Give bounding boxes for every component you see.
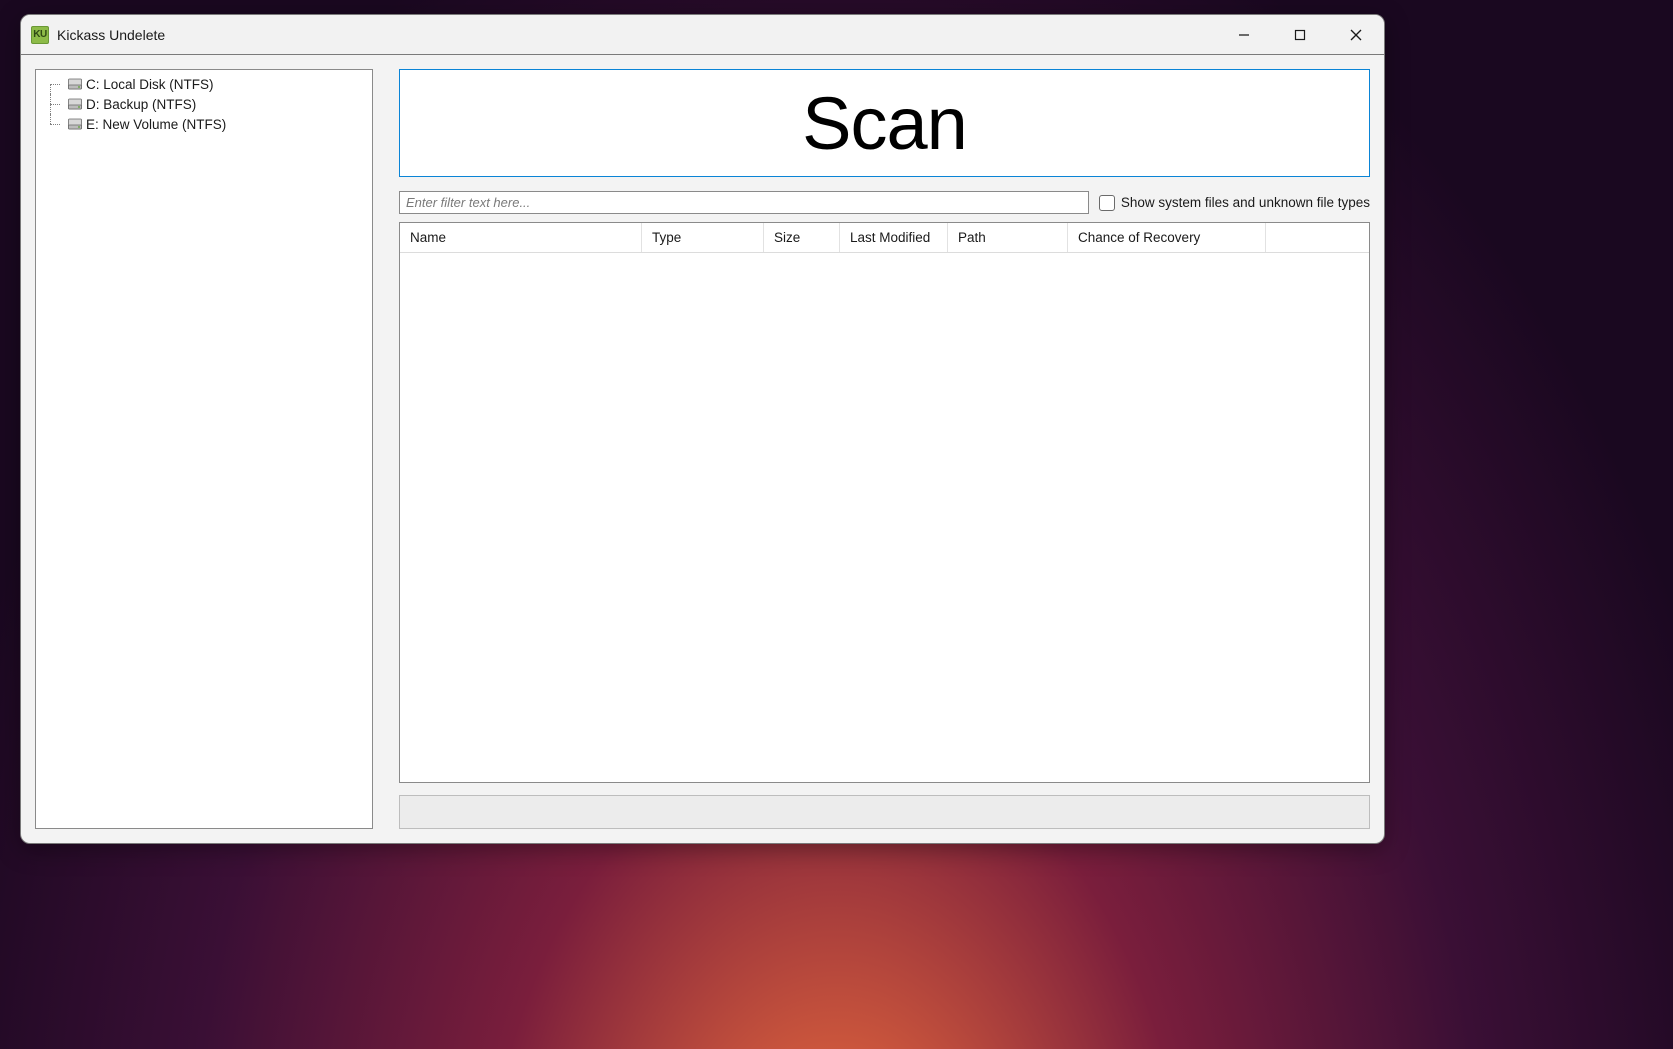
disk-icon [68,78,82,90]
drive-item-d[interactable]: D: Backup (NTFS) [42,94,366,114]
show-system-label: Show system files and unknown file types [1121,195,1370,210]
window-controls [1216,15,1384,54]
app-icon: KU [31,26,49,44]
statusbar [399,795,1370,829]
column-header-filler [1266,223,1369,252]
scan-button[interactable]: Scan [399,69,1370,177]
disk-icon [68,118,82,130]
show-system-checkbox[interactable] [1099,195,1115,211]
maximize-button[interactable] [1272,15,1328,54]
window-title: Kickass Undelete [57,27,165,43]
show-system-checkbox-wrap[interactable]: Show system files and unknown file types [1099,195,1370,211]
client-area: C: Local Disk (NTFS) D: Backup (NTFS) [21,55,1384,843]
minimize-icon [1238,29,1250,41]
drive-label: C: Local Disk (NTFS) [86,77,214,92]
tree-connector-icon [50,94,62,114]
tree-connector-icon [50,114,62,134]
drive-item-e[interactable]: E: New Volume (NTFS) [42,114,366,134]
disk-icon [68,98,82,110]
table-body [400,253,1369,782]
tree-connector-icon [50,74,62,94]
drive-label: D: Backup (NTFS) [86,97,196,112]
maximize-icon [1294,29,1306,41]
filter-row: Show system files and unknown file types [399,191,1370,214]
minimize-button[interactable] [1216,15,1272,54]
table-header: Name Type Size Last Modified Path Chance… [400,223,1369,253]
close-button[interactable] [1328,15,1384,54]
column-header-name[interactable]: Name [400,223,642,252]
column-header-path[interactable]: Path [948,223,1068,252]
results-table: Name Type Size Last Modified Path Chance… [399,222,1370,783]
main-panel: Scan Show system files and unknown file … [399,69,1370,829]
column-header-last-modified[interactable]: Last Modified [840,223,948,252]
app-window: KU Kickass Undelete [20,14,1385,844]
drive-tree[interactable]: C: Local Disk (NTFS) D: Backup (NTFS) [35,69,373,829]
column-header-size[interactable]: Size [764,223,840,252]
column-header-chance[interactable]: Chance of Recovery [1068,223,1266,252]
drive-label: E: New Volume (NTFS) [86,117,226,132]
column-header-type[interactable]: Type [642,223,764,252]
close-icon [1350,29,1362,41]
drive-item-c[interactable]: C: Local Disk (NTFS) [42,74,366,94]
filter-input[interactable] [399,191,1089,214]
titlebar: KU Kickass Undelete [21,15,1384,55]
